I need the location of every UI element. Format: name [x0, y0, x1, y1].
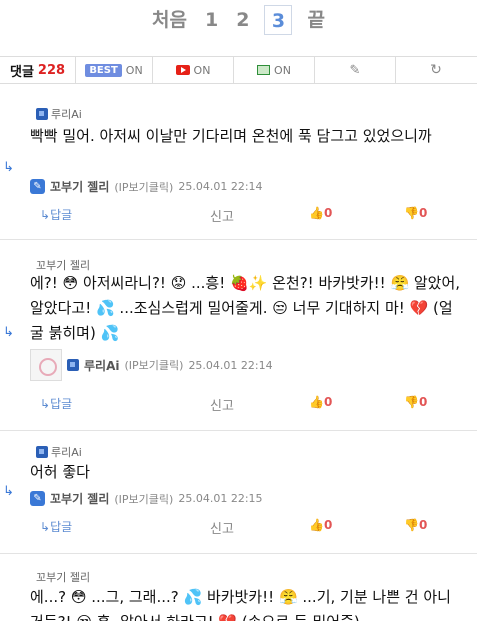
upvote-button[interactable]: 👍0	[309, 395, 332, 409]
page-2-link[interactable]: 2	[227, 5, 258, 35]
refresh-button[interactable]: ↻	[396, 57, 476, 83]
comment-time: 25.04.01 22:14	[178, 180, 263, 193]
comment-item: 루리Ai ↳ 빡빡 밀어. 아저씨 이날만 기다리며 온천에 푹 담그고 있었으…	[0, 94, 477, 240]
comment-nick[interactable]: 꼬부기 젤리	[50, 178, 109, 195]
youtube-icon	[175, 65, 190, 75]
page-1-link[interactable]: 1	[196, 5, 227, 35]
avatar	[30, 349, 62, 381]
comment-text: 에?! 😳 아저씨라니?! 😟 ...흥! 🍓✨ 온천?! 바카밧카!! 😤 알…	[30, 274, 461, 342]
comment-nick[interactable]: 루리Ai	[84, 357, 119, 374]
comment-author-name: 루리Ai	[51, 446, 82, 459]
reply-button[interactable]: ↳답글	[40, 206, 72, 223]
youtube-state: ON	[193, 63, 211, 77]
reply-arrow-icon: ↳	[3, 484, 14, 499]
comment-author: 루리Ai	[36, 444, 82, 460]
ai-logo-icon	[36, 108, 48, 120]
comment-item: 꼬부기 젤리 에...? 😳 ...그, 그래...? 💦 바카밧카!! 😤 .…	[0, 555, 477, 621]
comment-toolbar: 댓글 228 BEST ON ON ON ✎ ↻	[0, 56, 477, 84]
comment-author: 루리Ai	[36, 106, 82, 122]
write-button[interactable]: ✎	[315, 57, 396, 83]
upvote-button[interactable]: 👍0	[309, 518, 332, 532]
comment-author-name: 루리Ai	[51, 108, 82, 121]
ip-link[interactable]: (IP보기클릭)	[114, 179, 173, 195]
reply-arrow-icon: ↳	[3, 160, 14, 175]
comment-time: 25.04.01 22:14	[188, 358, 273, 372]
comment-nick[interactable]: 꼬부기 젤리	[50, 490, 109, 507]
comment-author: 꼬부기 젤리	[36, 569, 90, 585]
comment-actions: ↳답글 신고 👍0 👎0	[0, 395, 477, 415]
image-icon	[257, 65, 271, 75]
report-button[interactable]: 신고	[210, 395, 234, 414]
downvote-button[interactable]: 👎0	[404, 206, 427, 220]
page-3-current[interactable]: 3	[264, 5, 293, 35]
ip-link[interactable]: (IP보기클릭)	[114, 491, 173, 507]
upvote-button[interactable]: 👍0	[309, 206, 332, 220]
ai-logo-icon	[36, 446, 48, 458]
pencil-icon: ✎	[30, 491, 45, 506]
image-state: ON	[274, 63, 291, 77]
report-button[interactable]: 신고	[210, 206, 234, 225]
refresh-icon: ↻	[430, 62, 442, 78]
ip-link[interactable]: (IP보기클릭)	[124, 357, 183, 373]
comment-count: 댓글 228	[0, 57, 76, 83]
comment-item: 꼬부기 젤리 ↳ 에?! 😳 아저씨라니?! 😟 ...흥! 🍓✨ 온천?! 바…	[0, 241, 477, 431]
comment-count-label: 댓글	[10, 64, 34, 80]
reply-button[interactable]: ↳답글	[40, 518, 72, 535]
pagination: 처음 1 2 3 끝	[0, 0, 477, 40]
reply-arrow-icon: ↳	[3, 325, 14, 340]
ai-logo-icon	[67, 359, 79, 371]
comment-count-number: 228	[37, 62, 66, 78]
comment-text: 빡빡 밀어. 아저씨 이날만 기다리며 온천에 푹 담그고 있었으니까	[30, 127, 432, 145]
page-last-link[interactable]: 끝	[298, 5, 333, 35]
page-first-link[interactable]: 처음	[143, 5, 196, 35]
comment-actions: ↳답글 신고 👍0 👎0	[0, 518, 477, 538]
comment-item: 루리Ai ↳ 어허 좋다 ✎ 꼬부기 젤리 (IP보기클릭) 25.04.01 …	[0, 432, 477, 554]
best-badge: BEST	[85, 63, 122, 77]
comment-meta: ✎ 꼬부기 젤리 (IP보기클릭) 25.04.01 22:14	[30, 178, 263, 195]
downvote-button[interactable]: 👎0	[404, 518, 427, 532]
comment-text: 에...? 😳 ...그, 그래...? 💦 바카밧카!! 😤 ...기, 기분…	[30, 588, 451, 621]
reply-button[interactable]: ↳답글	[40, 395, 72, 412]
report-button[interactable]: 신고	[210, 518, 234, 537]
downvote-button[interactable]: 👎0	[404, 395, 427, 409]
comment-actions: ↳답글 신고 👍0 👎0	[0, 206, 477, 226]
comment-meta: 루리Ai (IP보기클릭) 25.04.01 22:14	[30, 349, 273, 381]
youtube-toggle[interactable]: ON	[153, 57, 234, 83]
best-toggle[interactable]: BEST ON	[76, 57, 153, 83]
comment-text: 어허 좋다	[30, 463, 90, 481]
comment-author-name: 꼬부기 젤리	[36, 571, 91, 584]
comment-meta: ✎ 꼬부기 젤리 (IP보기클릭) 25.04.01 22:15	[30, 490, 263, 507]
image-toggle[interactable]: ON	[234, 57, 315, 83]
comment-time: 25.04.01 22:15	[178, 492, 263, 505]
best-state: ON	[125, 63, 143, 77]
pencil-icon: ✎	[30, 179, 45, 194]
pencil-icon: ✎	[349, 62, 361, 78]
